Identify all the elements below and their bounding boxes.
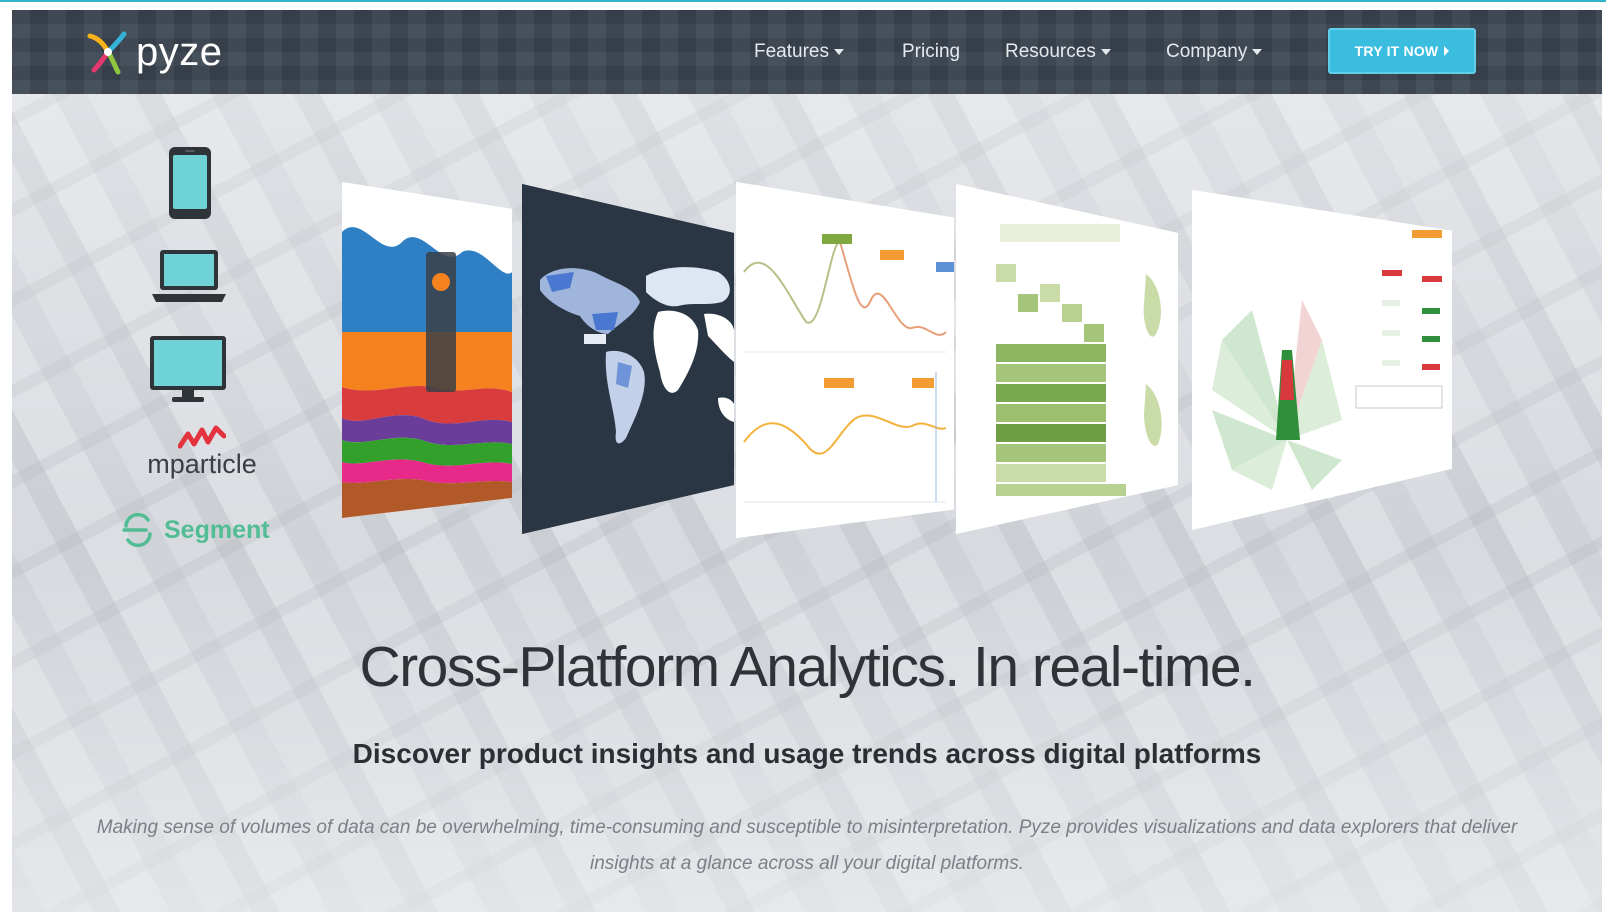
hero-headline: Cross-Platform Analytics. In real-time. — [359, 635, 1256, 699]
nav-features-label: Features — [754, 41, 829, 62]
heatmap-image — [956, 184, 1178, 534]
hero-body-text: Making sense of volumes of data can be o… — [96, 817, 1518, 874]
streamgraph-panel — [342, 182, 512, 518]
laptop-icon — [152, 250, 226, 302]
phone-icon — [169, 147, 211, 219]
nav-pricing[interactable]: Pricing — [902, 38, 960, 66]
chevron-down-icon — [1252, 48, 1263, 55]
chevron-down-icon — [833, 48, 844, 55]
nav-company[interactable]: Company — [1166, 38, 1263, 66]
segment-logo: Segment — [120, 512, 270, 548]
nav-resources-label: Resources — [1005, 41, 1096, 62]
line-charts-panel — [736, 182, 954, 538]
nav-pricing-label: Pricing — [902, 41, 961, 62]
hero-subheadline: Discover product insights and usage tren… — [352, 738, 1262, 769]
page-frame: pyze Features Pricing Resources Company … — [12, 10, 1602, 912]
top-accent-bar — [0, 0, 1606, 10]
world-map-image — [522, 184, 734, 534]
pyze-logo-icon — [87, 31, 127, 75]
arrow-right-icon — [1444, 46, 1450, 56]
nav-resources[interactable]: Resources — [1005, 38, 1111, 66]
chevron-down-icon — [1100, 48, 1111, 55]
nav-company-label: Company — [1166, 41, 1248, 62]
radial-chart-panel — [1192, 190, 1452, 530]
brand-logo[interactable]: pyze — [84, 24, 223, 80]
dashboard-preview — [342, 170, 1452, 550]
try-it-now-label: TRY IT NOW — [1354, 43, 1439, 59]
streamgraph-image — [342, 182, 512, 518]
segment-icon — [122, 512, 152, 548]
mparticle-icon — [177, 425, 227, 449]
world-map-panel — [522, 184, 734, 534]
heatmap-panel — [956, 184, 1178, 534]
mparticle-logo: mparticle — [132, 422, 272, 480]
try-it-now-button[interactable]: TRY IT NOW — [1328, 28, 1476, 74]
navbar: pyze Features Pricing Resources Company … — [12, 10, 1602, 94]
nav-features[interactable]: Features — [754, 38, 844, 66]
line-charts-image — [736, 182, 954, 538]
monitor-icon — [150, 336, 226, 402]
radial-chart-image — [1192, 190, 1452, 530]
brand-name: pyze — [136, 29, 223, 74]
mparticle-label: mparticle — [147, 449, 257, 479]
segment-label: Segment — [164, 515, 270, 544]
